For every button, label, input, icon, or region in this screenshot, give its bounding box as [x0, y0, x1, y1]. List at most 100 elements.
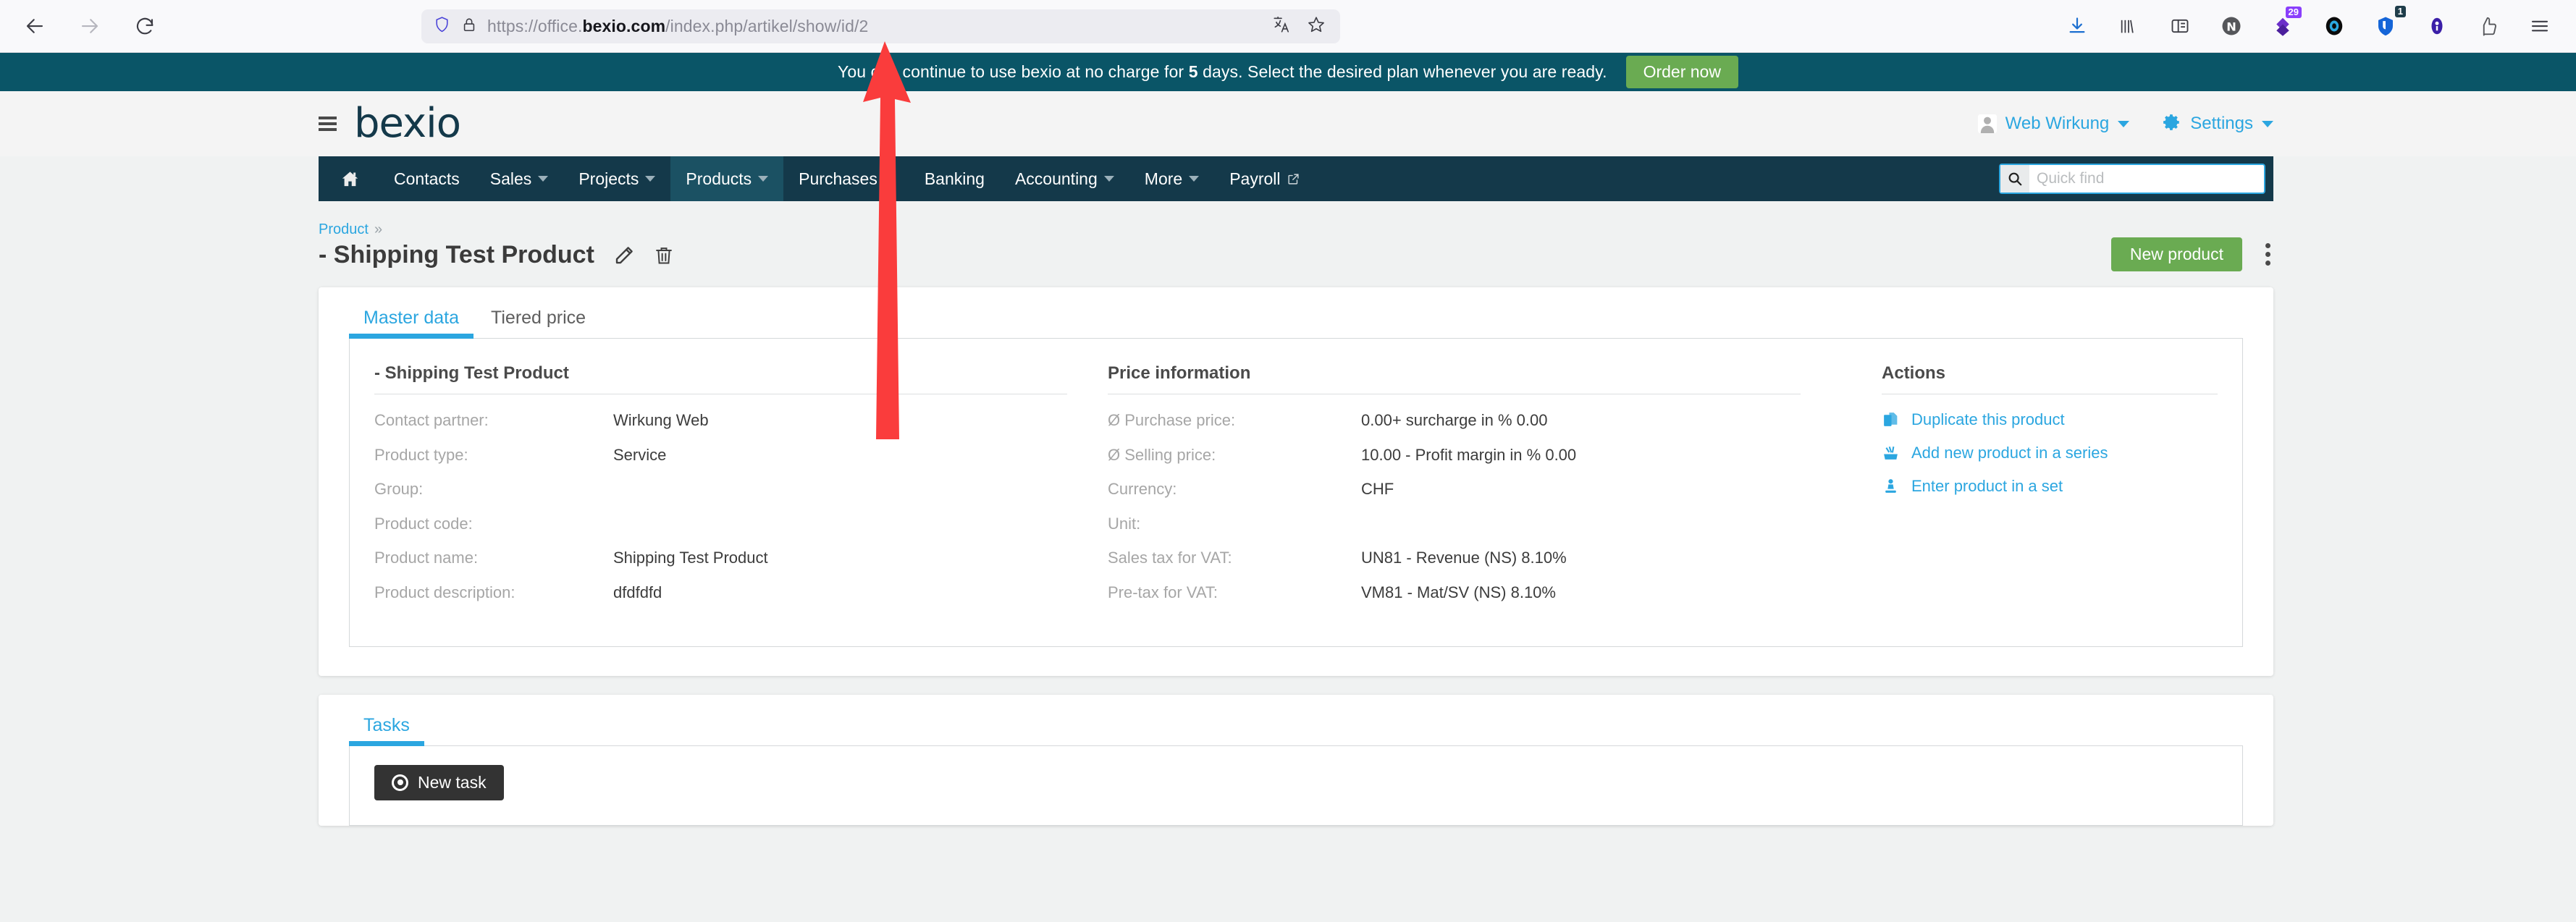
enter-product-in-set-link[interactable]: Enter product in a set	[1882, 477, 2218, 496]
field-label: Group:	[374, 479, 613, 500]
pencil-edit-icon[interactable]	[613, 245, 635, 266]
field-value: VM81 - Mat/SV (NS) 8.10%	[1361, 583, 1556, 604]
search-icon	[2000, 165, 2029, 193]
bookmark-star-icon[interactable]	[1307, 15, 1326, 38]
url-bar[interactable]: https://office.bexio.com/index.php/artik…	[421, 9, 1340, 43]
browser-nav-buttons	[19, 10, 161, 42]
chevron-down-icon	[884, 176, 894, 182]
field-label: Product code:	[374, 514, 613, 535]
field-group: Group:	[374, 479, 1067, 500]
nav-label: Products	[686, 169, 752, 189]
field-label: Pre-tax for VAT:	[1108, 583, 1361, 604]
purple-extension-icon[interactable]: 29	[2268, 12, 2297, 41]
field-label: Product name:	[374, 548, 613, 569]
extension-badge-count: 1	[2395, 6, 2406, 17]
field-value: CHF	[1361, 479, 1394, 500]
nav-item-sales[interactable]: Sales	[475, 156, 564, 201]
field-product-name: Product name: Shipping Test Product	[374, 548, 1067, 569]
product-detail-card: Master data Tiered price - Shipping Test…	[319, 287, 2273, 676]
field-value: Wirkung Web	[613, 410, 709, 431]
field-currency: Currency: CHF	[1108, 479, 1801, 500]
tab-tiered-price[interactable]: Tiered price	[491, 308, 586, 339]
back-arrow-icon[interactable]	[19, 10, 51, 42]
nav-item-accounting[interactable]: Accounting	[1000, 156, 1129, 201]
nav-item-banking[interactable]: Banking	[909, 156, 1000, 201]
trash-delete-icon[interactable]	[654, 245, 674, 266]
page-title: - Shipping Test Product	[319, 241, 594, 269]
add-product-in-series-link[interactable]: Add new product in a series	[1882, 444, 2218, 462]
series-icon	[1882, 444, 1900, 462]
nav-label: Projects	[578, 169, 639, 189]
master-data-title: - Shipping Test Product	[374, 363, 1067, 394]
field-label: Sales tax for VAT:	[1108, 548, 1361, 569]
actions-column: Actions Duplicate this product Add new p…	[1841, 363, 2218, 617]
browser-toolbar: https://office.bexio.com/index.php/artik…	[0, 0, 2576, 53]
new-task-label: New task	[418, 774, 487, 791]
trial-banner: You can continue to use bexio at no char…	[0, 53, 2576, 91]
set-icon	[1882, 478, 1900, 496]
new-product-button[interactable]: New product	[2111, 237, 2242, 271]
chevron-down-icon	[758, 176, 768, 182]
search-input[interactable]	[2029, 165, 2264, 193]
app-menu-icon[interactable]	[2525, 12, 2554, 41]
tab-master-data[interactable]: Master data	[363, 308, 459, 339]
field-value: Shipping Test Product	[613, 548, 768, 569]
kebab-menu-icon[interactable]	[2263, 240, 2273, 268]
forward-arrow-icon	[74, 10, 106, 42]
user-menu[interactable]: Web Wirkung	[1978, 114, 2130, 134]
new-task-button[interactable]: New task	[374, 765, 504, 800]
field-sales-tax-vat: Sales tax for VAT: UN81 - Revenue (NS) 8…	[1108, 548, 1801, 569]
shield-extension-icon[interactable]: 1	[2371, 12, 2400, 41]
hamburger-menu-icon[interactable]	[319, 117, 337, 131]
translate-icon[interactable]	[1272, 15, 1291, 38]
shield-icon[interactable]	[433, 15, 451, 37]
main-navigation: Contacts Sales Projects Products Purchas…	[319, 156, 2273, 201]
app-header: bexio Web Wirkung Settings	[0, 91, 2576, 156]
url-text[interactable]: https://office.bexio.com/index.php/artik…	[487, 17, 1262, 36]
nav-item-contacts[interactable]: Contacts	[379, 156, 475, 201]
user-menu-label: Web Wirkung	[2005, 114, 2110, 134]
duplicate-icon	[1882, 411, 1900, 429]
nav-item-projects[interactable]: Projects	[563, 156, 670, 201]
field-label: Contact partner:	[374, 410, 613, 431]
trial-banner-text: You can continue to use bexio at no char…	[838, 62, 1607, 82]
reload-icon[interactable]	[129, 10, 161, 42]
lock-icon[interactable]	[461, 17, 477, 36]
field-contact-partner: Contact partner: Wirkung Web	[374, 410, 1067, 431]
chevron-down-icon	[2118, 121, 2129, 127]
order-now-button[interactable]: Order now	[1626, 56, 1738, 88]
downloads-icon[interactable]	[2063, 12, 2092, 41]
quick-find-search[interactable]	[1999, 164, 2265, 194]
breadcrumb-link-product[interactable]: Product	[319, 221, 369, 237]
action-label: Enter product in a set	[1911, 477, 2063, 496]
master-data-column: - Shipping Test Product Contact partner:…	[374, 363, 1108, 617]
field-label: Ø Selling price:	[1108, 445, 1361, 466]
action-label: Duplicate this product	[1911, 410, 2065, 429]
field-value: dfdfdfd	[613, 583, 662, 604]
nav-item-payroll[interactable]: Payroll	[1214, 156, 1314, 201]
field-pre-tax-vat: Pre-tax for VAT: VM81 - Mat/SV (NS) 8.10…	[1108, 583, 1801, 604]
field-label: Product description:	[374, 583, 613, 604]
bexio-logo[interactable]: bexio	[354, 103, 460, 144]
browser-extensions-toolbar: N 29 1	[2063, 12, 2557, 41]
nav-item-more[interactable]: More	[1129, 156, 1214, 201]
duplicate-product-link[interactable]: Duplicate this product	[1882, 410, 2218, 429]
extension-badge-count: 29	[2286, 7, 2302, 18]
nav-item-home[interactable]	[319, 156, 379, 201]
eye-extension-icon[interactable]	[2320, 12, 2349, 41]
sidebar-icon[interactable]	[2165, 12, 2194, 41]
price-information-column: Price information Ø Purchase price: 0.00…	[1108, 363, 1841, 617]
bitwarden-extension-icon[interactable]	[2423, 12, 2451, 41]
thumb-extension-icon[interactable]	[2474, 12, 2503, 41]
notion-extension-icon[interactable]: N	[2217, 12, 2246, 41]
nav-item-products[interactable]: Products	[670, 156, 783, 201]
svg-text:N: N	[2226, 20, 2236, 33]
tasks-tabs: Tasks	[349, 715, 2243, 746]
field-label: Product type:	[374, 445, 613, 466]
tab-tasks[interactable]: Tasks	[363, 715, 410, 746]
settings-menu[interactable]: Settings	[2163, 113, 2273, 135]
nav-item-purchases[interactable]: Purchases	[783, 156, 909, 201]
nav-label: More	[1145, 169, 1182, 189]
library-icon[interactable]	[2114, 12, 2143, 41]
action-label: Add new product in a series	[1911, 444, 2108, 462]
